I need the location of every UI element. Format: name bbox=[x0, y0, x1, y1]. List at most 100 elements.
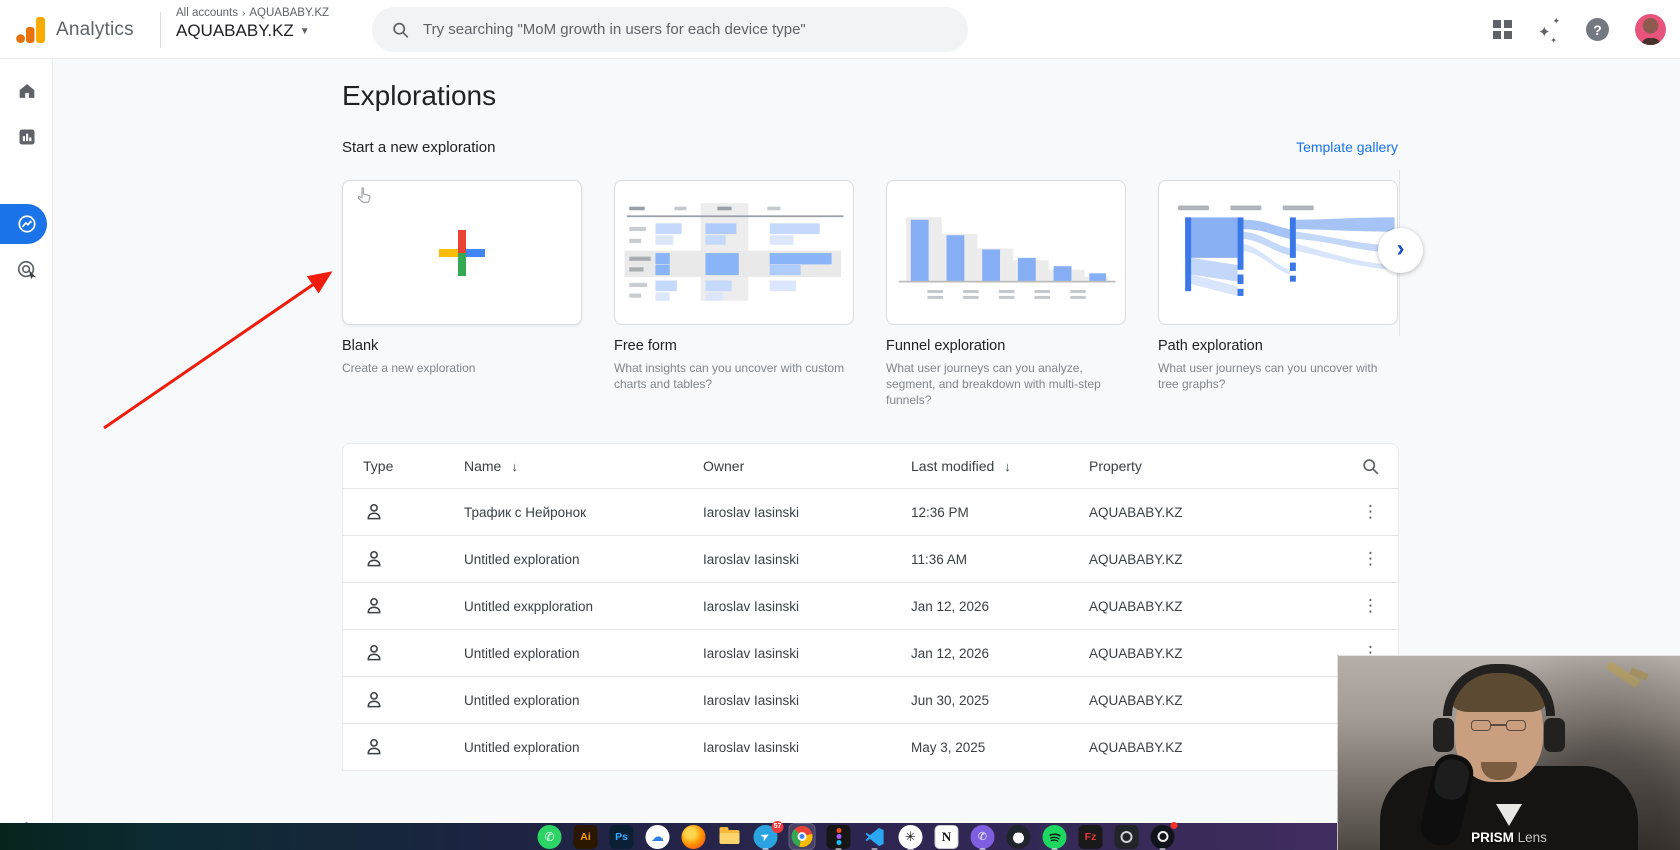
chatgpt-icon[interactable]: ✳ bbox=[898, 824, 923, 850]
apps-grid-icon[interactable] bbox=[1493, 20, 1512, 39]
table-row[interactable]: Untitled exкpploration Iaroslav Iasinski… bbox=[343, 582, 1398, 629]
spotify-waves bbox=[1049, 832, 1061, 842]
exploration-name[interactable]: Untitled exploration bbox=[464, 740, 703, 755]
sidebar-item-explore[interactable] bbox=[0, 205, 53, 243]
github-icon[interactable] bbox=[1006, 824, 1031, 849]
exploration-owner: Iaroslav Iasinski bbox=[703, 739, 800, 755]
sort-descending-icon: ↓ bbox=[511, 458, 518, 474]
left-navigation: ⚙ bbox=[0, 59, 53, 850]
file-explorer-icon[interactable] bbox=[718, 825, 742, 849]
analytics-logo[interactable]: Analytics bbox=[16, 15, 134, 45]
funnel-thumbnail bbox=[898, 217, 1116, 299]
exploration-property: AQUABABY.KZ bbox=[1089, 551, 1183, 567]
user-type-icon bbox=[367, 644, 381, 661]
exploration-owner: Iaroslav Iasinski bbox=[703, 504, 800, 520]
paper-plane-icon: ➤ bbox=[758, 829, 773, 845]
chrome-active-slot[interactable] bbox=[788, 823, 816, 850]
search-input[interactable] bbox=[423, 21, 948, 38]
app-name: Analytics bbox=[56, 19, 134, 40]
table-header-row: Type Name ↓ Owner Last modified ↓ Proper… bbox=[343, 444, 1398, 488]
figma-icon[interactable] bbox=[826, 824, 851, 850]
viber-icon[interactable]: ✆ bbox=[970, 824, 995, 850]
user-type-icon bbox=[367, 691, 381, 708]
account-selector[interactable]: AQUABABY.KZ ▼ bbox=[176, 21, 329, 41]
exploration-owner: Iaroslav Iasinski bbox=[703, 692, 800, 708]
search-bar[interactable] bbox=[372, 7, 968, 52]
windows-start-icon[interactable] bbox=[506, 827, 526, 847]
row-menu-button[interactable]: ⋮ bbox=[1343, 549, 1398, 569]
breadcrumb[interactable]: All accounts › AQUABABY.KZ bbox=[176, 7, 329, 19]
obs-studio-icon[interactable] bbox=[1150, 821, 1178, 850]
column-header-owner: Owner bbox=[703, 458, 745, 474]
exploration-name[interactable]: Untitled exploration bbox=[464, 552, 703, 567]
exploration-last-modified: Jan 12, 2026 bbox=[911, 598, 990, 614]
card-desc-blank: Create a new exploration bbox=[342, 361, 476, 375]
user-type-icon bbox=[367, 503, 381, 520]
adobe-photoshop-icon[interactable]: Ps bbox=[609, 824, 634, 849]
help-icon[interactable]: ? bbox=[1586, 18, 1609, 41]
telegram-icon[interactable]: ➤ 57 bbox=[753, 820, 784, 850]
adobe-illustrator-icon[interactable]: Ai bbox=[573, 824, 598, 849]
carousel-next-button[interactable]: › bbox=[1378, 228, 1423, 273]
card-title-free-form: Free form bbox=[614, 338, 677, 354]
header-divider bbox=[160, 12, 161, 48]
table-row[interactable]: Трафик с Нейронок Iaroslav Iasinski 12:3… bbox=[343, 488, 1398, 535]
table-row[interactable]: Untitled exploration Iaroslav Iasinski J… bbox=[343, 629, 1398, 676]
exploration-name[interactable]: Трафик с Нейронок bbox=[464, 505, 703, 520]
column-header-type: Type bbox=[363, 458, 394, 474]
camera-lens-app-icon[interactable] bbox=[1114, 824, 1139, 849]
firefox-icon[interactable] bbox=[681, 824, 706, 849]
exploration-last-modified: Jun 30, 2025 bbox=[911, 692, 990, 708]
chevron-down-icon: ▼ bbox=[299, 25, 310, 37]
reports-icon bbox=[19, 129, 34, 145]
exploration-owner: Iaroslav Iasinski bbox=[703, 598, 800, 614]
vscode-icon[interactable] bbox=[863, 825, 887, 850]
column-header-property: Property bbox=[1089, 458, 1142, 474]
sidebar-item-home[interactable] bbox=[0, 72, 53, 110]
exploration-last-modified: Jan 12, 2026 bbox=[911, 645, 990, 661]
exploration-property: AQUABABY.KZ bbox=[1089, 739, 1183, 755]
sidebar-item-advertising[interactable] bbox=[0, 251, 53, 289]
card-title-funnel: Funnel exploration bbox=[886, 338, 1006, 354]
card-blank[interactable] bbox=[342, 180, 582, 325]
spotify-icon[interactable] bbox=[1042, 824, 1067, 850]
screen: Analytics All accounts › AQUABABY.KZ AQU… bbox=[0, 0, 1680, 850]
breadcrumb-root[interactable]: All accounts bbox=[176, 7, 238, 19]
table-row[interactable]: Untitled exploration Iaroslav Iasinski J… bbox=[343, 676, 1398, 723]
column-header-last-modified[interactable]: Last modified ↓ bbox=[911, 458, 1089, 474]
card-path-exploration[interactable] bbox=[1158, 180, 1398, 325]
exploration-last-modified: May 3, 2025 bbox=[911, 739, 986, 755]
row-menu-button[interactable]: ⋮ bbox=[1343, 502, 1398, 522]
template-gallery-link[interactable]: Template gallery bbox=[1286, 139, 1398, 155]
sort-descending-icon: ↓ bbox=[1004, 458, 1011, 474]
user-avatar[interactable] bbox=[1635, 14, 1666, 45]
webcam-watermark: PRISM Lens bbox=[1471, 830, 1547, 845]
card-desc-path: What user journeys can you uncover with … bbox=[1158, 361, 1378, 391]
recording-indicator bbox=[1170, 821, 1178, 829]
chrome-icon[interactable] bbox=[791, 826, 813, 847]
table-row[interactable]: Untitled exploration Iaroslav Iasinski M… bbox=[343, 723, 1398, 770]
exploration-name[interactable]: Untitled exкpploration bbox=[464, 599, 703, 614]
exploration-name[interactable]: Untitled exploration bbox=[464, 646, 703, 661]
gemini-sparkle-icon[interactable]: ✦ ✦ ✦ bbox=[1538, 16, 1560, 45]
chevron-right-icon: › bbox=[242, 7, 246, 19]
exploration-owner: Iaroslav Iasinski bbox=[703, 645, 800, 661]
top-header: Analytics All accounts › AQUABABY.KZ AQU… bbox=[0, 0, 1680, 59]
exploration-name[interactable]: Untitled exploration bbox=[464, 693, 703, 708]
breadcrumb-current[interactable]: AQUABABY.KZ bbox=[249, 7, 329, 19]
table-row[interactable]: Untitled exploration Iaroslav Iasinski 1… bbox=[343, 535, 1398, 582]
sidebar-item-reports[interactable] bbox=[0, 118, 53, 156]
card-title-blank: Blank bbox=[342, 338, 379, 354]
row-menu-button[interactable]: ⋮ bbox=[1343, 596, 1398, 616]
explorations-table: Type Name ↓ Owner Last modified ↓ Proper… bbox=[342, 443, 1399, 771]
table-search-button[interactable] bbox=[1343, 458, 1398, 475]
column-header-name[interactable]: Name ↓ bbox=[464, 458, 703, 474]
home-icon bbox=[19, 84, 34, 98]
filezilla-icon[interactable]: Fz bbox=[1078, 824, 1103, 849]
path-thumbnail bbox=[1178, 205, 1395, 296]
whatsapp-icon[interactable]: ✆ bbox=[537, 824, 562, 849]
cloud-app-icon[interactable]: ☁ bbox=[645, 824, 670, 849]
card-funnel-exploration[interactable] bbox=[886, 180, 1126, 325]
notion-icon[interactable]: N bbox=[934, 824, 959, 849]
card-free-form[interactable] bbox=[614, 180, 854, 325]
